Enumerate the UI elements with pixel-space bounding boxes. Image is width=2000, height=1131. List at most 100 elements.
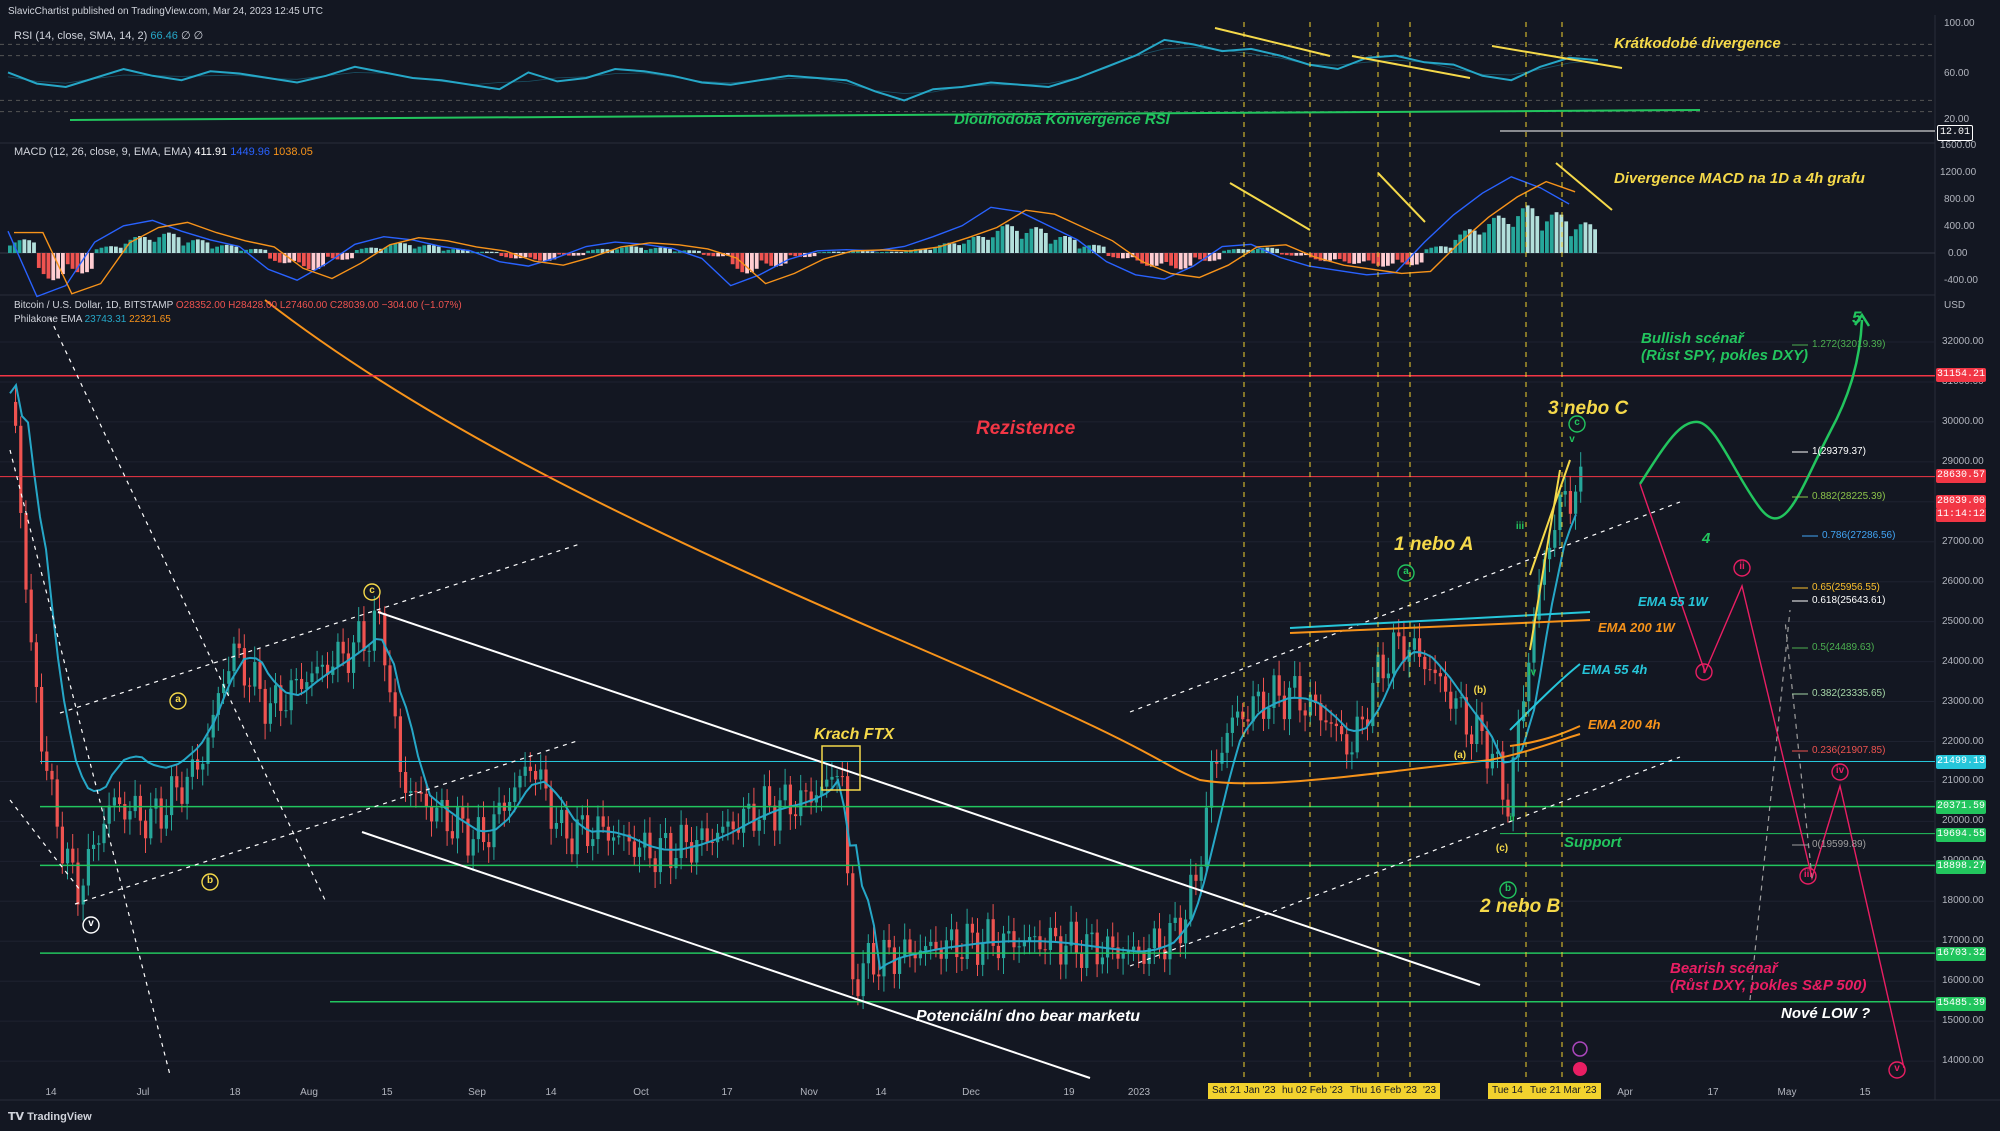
macd-hist-bar	[1174, 253, 1178, 269]
candle-body	[1360, 716, 1364, 720]
macd-hist-bar	[1487, 224, 1491, 253]
macd-hist-bar	[1530, 208, 1535, 253]
candle-body	[14, 401, 18, 426]
macd-hist-bar	[1121, 253, 1125, 259]
macd-hist-bar	[398, 242, 403, 253]
macd-hist-bar	[1005, 224, 1010, 253]
candle-body	[695, 840, 699, 863]
price-scale-tick: 14000.00	[1942, 1055, 1984, 1067]
time-axis-tick: Aug	[300, 1087, 318, 1098]
rsi-extra: ∅ ∅	[180, 30, 204, 42]
tv-logo-icon: 𝗧𝗩	[8, 1111, 28, 1123]
fib-level-label: 0(19599.89)	[1812, 839, 1866, 850]
macd-hist-bar	[1414, 253, 1419, 265]
macd-hist-bar	[615, 249, 619, 253]
macd-hist-bar	[407, 245, 412, 253]
candle-body	[684, 824, 688, 843]
macd-scale-800: 800.00	[1944, 194, 1975, 205]
candle-body	[944, 940, 948, 959]
macd-hist-bar	[831, 251, 836, 253]
macd-hist-bar	[1053, 239, 1058, 253]
candle-body	[164, 815, 168, 829]
wave-label: b	[1504, 883, 1512, 894]
candle-body	[336, 641, 340, 667]
rsi-value: 66.46	[150, 30, 178, 42]
wave-label: (b)	[1473, 685, 1487, 696]
macd-hist-bar	[311, 253, 316, 270]
macd-hist-bar	[480, 251, 484, 253]
time-axis-tick: 15	[381, 1087, 393, 1098]
macd-hist-bar	[306, 253, 311, 269]
macd-hist-bar	[1106, 253, 1111, 256]
macd-hist-bar	[70, 253, 75, 269]
macd-hist-bar	[499, 253, 504, 256]
candle-body	[1199, 866, 1203, 881]
macd-hist-bar	[1549, 214, 1554, 253]
candle-body	[877, 974, 881, 977]
candle-body	[996, 945, 1000, 959]
macd-hist-bar	[880, 251, 884, 253]
macd-hist-bar	[986, 239, 990, 253]
wave-label: iv	[1527, 667, 1537, 678]
wave-label: c	[1574, 417, 1580, 428]
macd-hist-bar	[817, 252, 822, 253]
macd-hist-bar	[827, 251, 831, 253]
candle-body	[872, 943, 876, 975]
candle-body	[170, 776, 174, 816]
rsi-label: RSI (14, close, SMA, 14, 2)	[14, 30, 148, 42]
candle-body	[1256, 691, 1260, 697]
price-scale-tick: 21000.00	[1942, 775, 1984, 787]
macd-hist-bar	[504, 253, 509, 258]
macd-hist-bar	[1241, 249, 1246, 253]
macd-hist-bar	[210, 248, 215, 253]
wave-label: i	[1702, 665, 1706, 676]
macd-hist-bar	[171, 233, 176, 253]
macd-hist-bar	[759, 253, 764, 261]
macd-hist-bar	[1212, 253, 1217, 261]
macd-hist-bar	[36, 253, 41, 268]
macd-hist-bar	[441, 250, 446, 253]
candle-body	[118, 797, 122, 805]
candle-body	[788, 784, 792, 815]
macd-hist-bar	[653, 247, 658, 253]
macd-hist-bar	[176, 237, 181, 253]
wave-label: b	[206, 875, 214, 886]
macd-hist-bar	[224, 244, 229, 253]
candle-body	[617, 835, 621, 838]
macd-hist-bar	[1540, 230, 1544, 253]
candle-body	[237, 643, 241, 649]
candle-body	[398, 716, 402, 772]
candle-body	[882, 939, 886, 977]
candle-body	[253, 662, 257, 687]
macd-hist-bar	[884, 251, 889, 253]
candle-body	[248, 685, 252, 687]
level-price-label: 31154.21	[1936, 368, 1986, 382]
candle-body	[289, 680, 293, 711]
macd-v3: 1038.05	[273, 146, 313, 158]
macd-hist-bar	[200, 240, 205, 253]
macd-hist-bar	[1178, 253, 1183, 270]
macd-hist-bar	[1381, 253, 1385, 267]
tradingview-logo: 𝗧𝗩 TradingView	[8, 1110, 92, 1123]
candle-body	[50, 770, 54, 780]
macd-hist-bar	[658, 247, 663, 253]
macd-hist-bar	[89, 253, 94, 269]
ftx-crash-text: Krach FTX	[814, 726, 895, 743]
macd-hist-bar	[268, 253, 272, 259]
time-axis-tick: Nov	[800, 1087, 818, 1098]
candle-body	[768, 786, 772, 806]
macd-hist-bar	[326, 253, 330, 257]
macd-hist-bar	[571, 253, 576, 256]
macd-hist-bar	[735, 253, 740, 269]
level-price-label: 28039.00	[1936, 495, 1986, 509]
wave-label: ii	[1739, 561, 1745, 572]
macd-hist-bar	[220, 245, 224, 253]
candle-body	[664, 832, 668, 839]
macd-hist-bar	[687, 250, 692, 253]
rsi-short-divergence-text: Krátkodobé divergence	[1614, 35, 1781, 52]
candle-body	[898, 957, 902, 974]
candle-body	[34, 642, 38, 687]
macd-hist-bar	[1361, 253, 1366, 262]
macd-hist-bar	[1564, 221, 1569, 253]
macd-v1: 411.91	[194, 146, 228, 158]
